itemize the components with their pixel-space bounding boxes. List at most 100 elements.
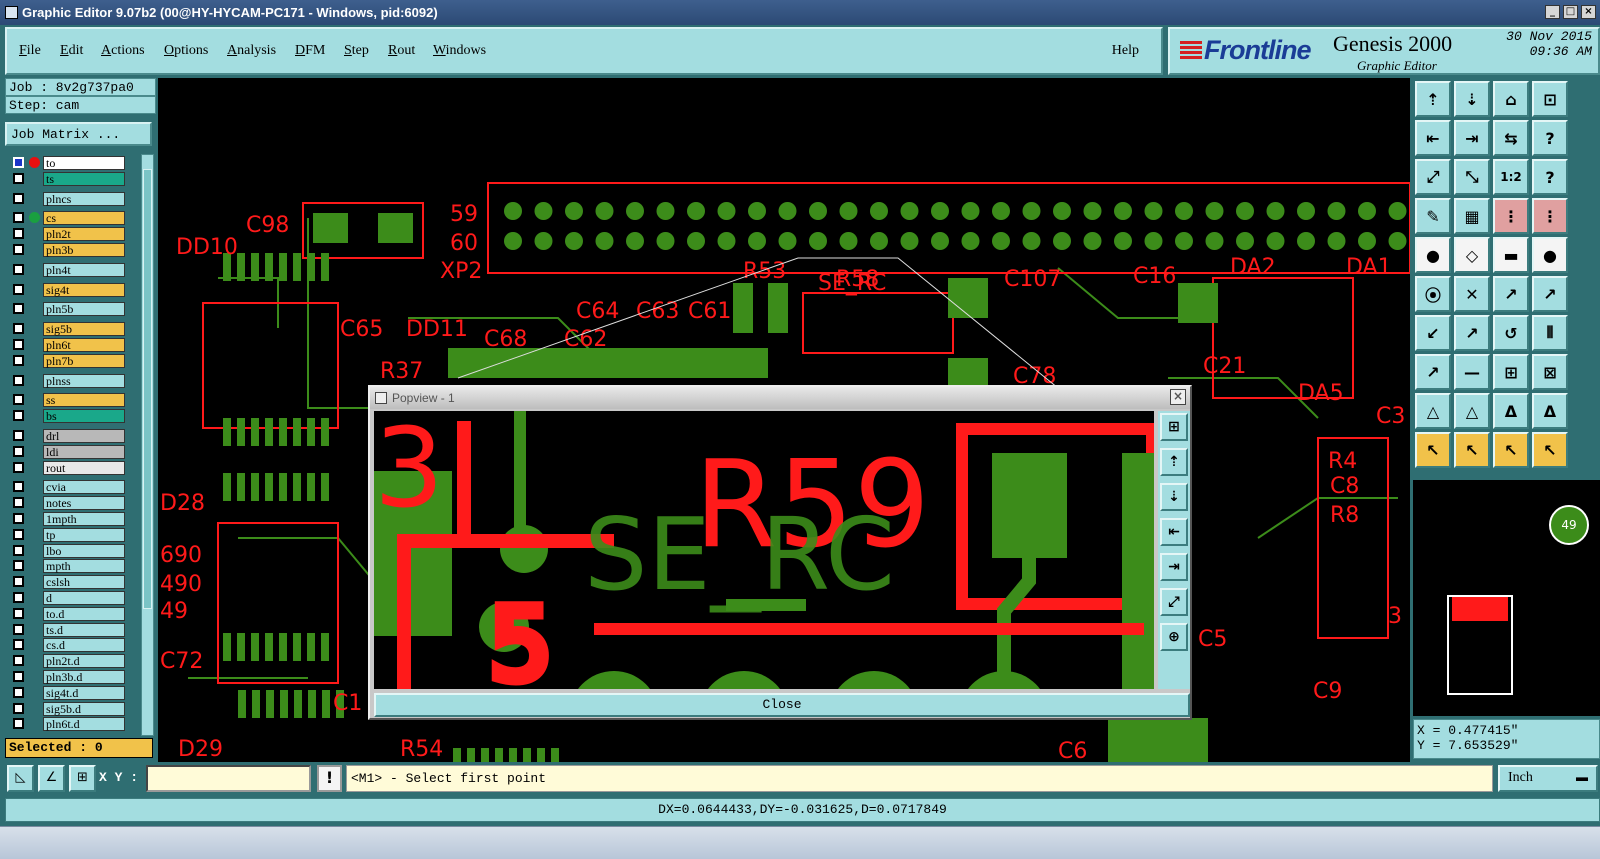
node-icon[interactable]: ⦿	[1415, 276, 1451, 312]
layer-name[interactable]: plncs	[43, 191, 125, 206]
popview-tool-icon[interactable]: ⊞	[1160, 413, 1188, 441]
layer-name[interactable]: cslsh	[43, 575, 125, 590]
layer-row[interactable]: d	[9, 590, 129, 606]
popview-tool-icon[interactable]: ⤢	[1160, 588, 1188, 616]
layer-row[interactable]: sig4t	[9, 282, 129, 298]
layer-name[interactable]: rout	[43, 460, 125, 475]
layer-row[interactable]: cslsh	[9, 574, 129, 590]
layer-checkbox[interactable]	[13, 410, 24, 422]
job-matrix-button[interactable]: Job Matrix ...	[5, 122, 152, 146]
layer-row[interactable]: ldi	[9, 444, 129, 460]
layer-checkbox[interactable]	[13, 607, 24, 619]
layer-name[interactable]: sig5b	[43, 322, 125, 337]
line-icon[interactable]: ▬	[1493, 237, 1529, 273]
layer-checkbox[interactable]	[13, 157, 24, 168]
layer-checkbox[interactable]	[13, 283, 24, 295]
layer-row[interactable]: pln6t	[9, 337, 129, 353]
layer-checkbox[interactable]	[13, 374, 24, 386]
layer-checkbox[interactable]	[13, 394, 24, 406]
layer-checkbox[interactable]	[13, 192, 24, 204]
fit-icon[interactable]: ⊡	[1532, 81, 1568, 117]
pointer-icon[interactable]: ↖	[1415, 432, 1451, 468]
layer-name[interactable]: ts	[43, 171, 125, 186]
xy-input[interactable]	[146, 765, 311, 792]
close-icon[interactable]: ×	[1581, 5, 1596, 19]
layer-checkbox[interactable]	[13, 576, 24, 588]
layer-row[interactable]: sig4t.d	[9, 685, 129, 701]
query-icon[interactable]: ?	[1532, 159, 1568, 195]
layer-name[interactable]: pln2t.d	[43, 654, 125, 669]
layer-name[interactable]: cs.d	[43, 638, 125, 653]
menu-windows[interactable]: Windows	[433, 43, 486, 59]
layer-checkbox[interactable]	[13, 686, 24, 698]
menu-edit[interactable]: Edit	[60, 43, 83, 59]
layer-checkbox[interactable]	[13, 481, 24, 493]
layer-row[interactable]: to.d	[9, 606, 129, 622]
layer-name[interactable]: pln3b	[43, 242, 125, 257]
layer-name[interactable]: pln7b	[43, 353, 125, 368]
pad-icon[interactable]: ●	[1415, 237, 1451, 273]
vector2-icon[interactable]: ↗	[1532, 276, 1568, 312]
layer-row[interactable]: pln3b	[9, 242, 129, 258]
layer-row[interactable]: to	[9, 155, 129, 171]
triangle2-icon[interactable]: △	[1454, 393, 1490, 429]
layer-name[interactable]: cvia	[43, 480, 125, 495]
layer-name[interactable]: plnss	[43, 373, 125, 388]
popview-close-button[interactable]: Close	[374, 693, 1190, 717]
layer-name[interactable]: pln6t	[43, 337, 125, 352]
circle-icon[interactable]: ●	[1532, 237, 1568, 273]
scale-icon[interactable]: 1:2	[1493, 159, 1529, 195]
layer-row[interactable]: ss	[9, 392, 129, 408]
layer-row[interactable]: sig5b.d	[9, 701, 129, 717]
layer-row[interactable]: plncs	[9, 191, 129, 207]
layer-checkbox[interactable]	[13, 639, 24, 651]
layer-name[interactable]: cs	[43, 211, 125, 226]
layer-name[interactable]: ldi	[43, 444, 125, 459]
snap-icon[interactable]: ◺	[7, 765, 34, 792]
layer-name[interactable]: pln5b	[43, 302, 125, 317]
layer-checkbox[interactable]	[13, 429, 24, 441]
layer-checkbox[interactable]	[13, 243, 24, 255]
layer-checkbox[interactable]	[13, 212, 24, 224]
units-select[interactable]: Inch ▬	[1498, 765, 1598, 792]
layer-checkbox[interactable]	[13, 544, 24, 556]
grid-icon[interactable]: ⊞	[69, 765, 96, 792]
layer-checkbox[interactable]	[13, 670, 24, 682]
menu-help[interactable]: Help	[1112, 43, 1139, 59]
maximize-icon[interactable]: □	[1563, 5, 1578, 19]
menu-rout[interactable]: Rout	[388, 43, 415, 59]
delete-icon[interactable]: ✕	[1454, 276, 1490, 312]
layer-row[interactable]: mpth	[9, 558, 129, 574]
grid-icon[interactable]: ▦	[1454, 198, 1490, 234]
layer-name[interactable]: pln4t	[43, 262, 125, 277]
layer-checkbox[interactable]	[13, 461, 24, 473]
layer-row[interactable]: pln6t.d	[9, 716, 129, 732]
layer-checkbox[interactable]	[13, 172, 24, 184]
layer-name[interactable]: lbo	[43, 543, 125, 558]
layer-checkbox[interactable]	[13, 512, 24, 524]
layer-checkbox[interactable]	[13, 263, 24, 275]
pan-left-icon[interactable]: ⇤	[1415, 120, 1451, 156]
menu-dfm[interactable]: DFM	[295, 43, 325, 59]
pointer4-icon[interactable]: ↖	[1532, 432, 1568, 468]
triangle3-icon[interactable]: Δ	[1493, 393, 1529, 429]
layer-row[interactable]: cs	[9, 210, 129, 226]
layer-name[interactable]: tp	[43, 527, 125, 542]
pointer3-icon[interactable]: ↖	[1493, 432, 1529, 468]
layer-row[interactable]: drl	[9, 428, 129, 444]
layer-row[interactable]: pln4t	[9, 262, 129, 278]
shape-icon[interactable]: ◇	[1454, 237, 1490, 273]
measure-icon[interactable]: ∠	[38, 765, 65, 792]
layer-row[interactable]: ts.d	[9, 622, 129, 638]
layer-checkbox[interactable]	[13, 623, 24, 635]
menu-actions[interactable]: Actions	[101, 43, 145, 59]
layer-name[interactable]: drl	[43, 428, 125, 443]
layer-name[interactable]: to.d	[43, 606, 125, 621]
draw-icon[interactable]: ↙	[1415, 315, 1451, 351]
split-icon[interactable]: ⫴	[1532, 315, 1568, 351]
layer-row[interactable]: sig5b	[9, 321, 129, 337]
minimap[interactable]: 49	[1413, 480, 1600, 716]
vector-icon[interactable]: ↗	[1493, 276, 1529, 312]
layer-name[interactable]: pln2t	[43, 227, 125, 242]
net-icon[interactable]: ⊞	[1493, 354, 1529, 390]
